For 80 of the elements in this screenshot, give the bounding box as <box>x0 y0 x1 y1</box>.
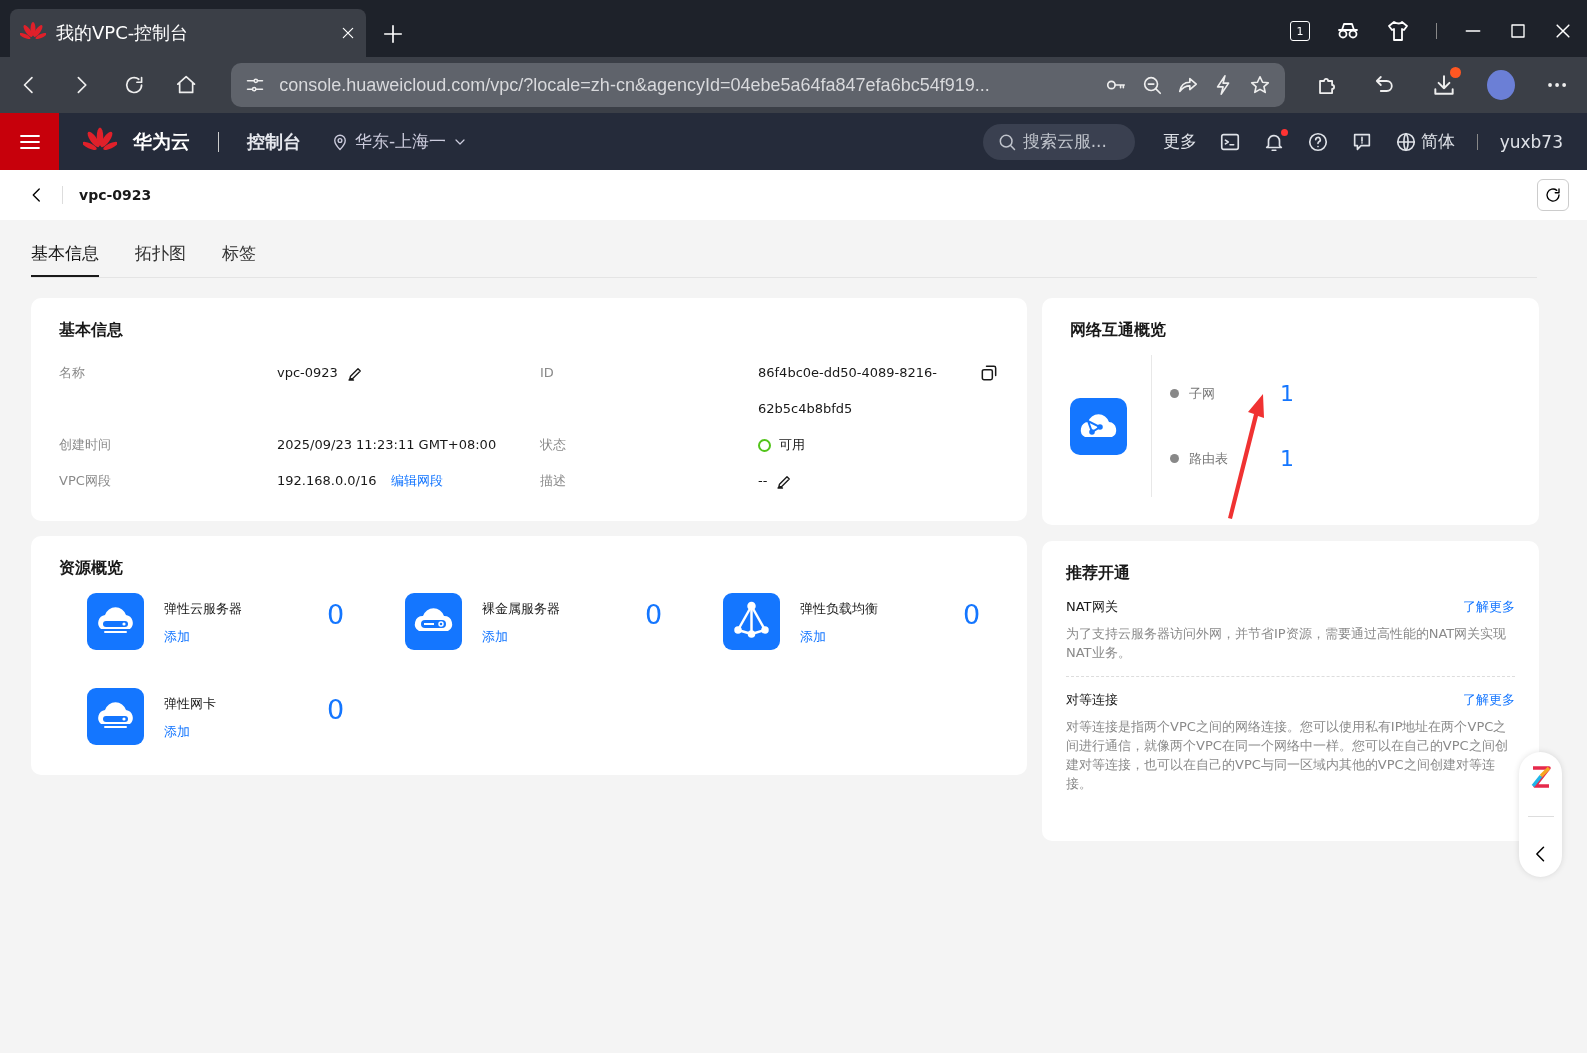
maximize-icon[interactable] <box>1509 22 1527 40</box>
field-label: 名称 <box>59 364 86 382</box>
bullet-dot <box>1170 454 1179 463</box>
help-icon[interactable] <box>1306 130 1329 153</box>
tab-title: 我的VPC-控制台 <box>56 21 190 45</box>
tab[interactable]: 拓扑图 <box>135 240 186 277</box>
field-label: 创建时间 <box>59 436 112 454</box>
status-text: 可用 <box>779 436 805 454</box>
cloud-network-icon <box>1070 397 1127 455</box>
card-title: 基本信息 <box>59 320 124 341</box>
download-dot <box>1449 67 1461 78</box>
shirt-icon[interactable] <box>1386 19 1410 43</box>
field-value: -- <box>758 472 768 490</box>
language-selector[interactable]: 简体 <box>1394 130 1455 153</box>
field-label: 状态 <box>540 436 567 454</box>
search-field[interactable]: 搜索云服... <box>982 123 1135 160</box>
browser-tab[interactable]: 我的VPC-控制台 <box>10 9 366 57</box>
star-icon[interactable] <box>1249 74 1272 96</box>
pin-icon[interactable] <box>331 132 349 151</box>
field-value: 86f4bc0e-dd50-4089-8216-62b5c4b8bfd5 <box>758 364 939 418</box>
assistant-logo-icon[interactable] <box>1529 765 1552 790</box>
resource-count[interactable]: 0 <box>327 694 345 725</box>
service-name: 对等连接 <box>1066 691 1118 709</box>
field-value: 2025/09/23 11:23:11 GMT+08:00 <box>277 436 497 454</box>
resource-name: 弹性云服务器 <box>164 600 243 618</box>
resource-count[interactable]: 0 <box>327 599 345 630</box>
resource-name: 弹性网卡 <box>164 695 217 713</box>
menu-button[interactable] <box>0 113 59 170</box>
network-count[interactable]: 1 <box>1280 381 1294 406</box>
tab[interactable]: 标签 <box>222 240 256 277</box>
resource-name: 裸金属服务器 <box>482 600 561 618</box>
more-link[interactable]: 更多 <box>1162 130 1197 153</box>
globe-icon[interactable] <box>1394 130 1417 153</box>
profile-avatar[interactable] <box>1486 70 1515 100</box>
brand-name[interactable]: 华为云 <box>133 128 190 155</box>
card-title: 资源概览 <box>59 558 124 579</box>
refresh-icon[interactable] <box>1544 186 1562 204</box>
console-link[interactable]: 控制台 <box>247 129 301 154</box>
refresh-button[interactable] <box>1537 179 1569 211</box>
add-link[interactable]: 添加 <box>482 628 645 646</box>
field-value: vpc-0923 <box>277 364 338 382</box>
zoom-out-icon[interactable] <box>1141 74 1164 96</box>
new-tab-icon[interactable] <box>382 23 404 45</box>
field-label: 描述 <box>540 472 567 490</box>
address-bar[interactable]: console.huaweicloud.com/vpc/?locale=zh-cn&agencyId=04ebe5a64fa847efa6bc54f919... <box>231 63 1286 107</box>
field-label: VPC网段 <box>59 472 112 490</box>
network-label: 路由表 <box>1189 449 1229 468</box>
copy-icon[interactable] <box>979 363 999 383</box>
field-value: 192.168.0.0/16 <box>277 472 377 490</box>
page-title: vpc-0923 <box>79 187 152 203</box>
service-description: 为了支持云服务器访问外网，并节省IP资源，需要通过高性能的NAT网关实现NAT业务。 <box>1066 625 1508 662</box>
url-text: console.huaweicloud.com/vpc/?locale=zh-cn&agencyId=04ebe5a64fa847efa6bc54f919... <box>279 74 991 96</box>
cloud-server-icon <box>405 593 462 650</box>
counter-badge[interactable]: 1 <box>1290 21 1310 41</box>
cloud-server-icon <box>87 593 144 650</box>
learn-more-link[interactable]: 了解更多 <box>1463 598 1515 616</box>
card-title: 推荐开通 <box>1066 563 1131 584</box>
field-label: ID <box>540 364 555 382</box>
load-balancer-icon <box>723 593 780 650</box>
learn-more-link[interactable]: 了解更多 <box>1463 691 1515 709</box>
resource-count[interactable]: 0 <box>963 599 981 630</box>
edit-cidr-link[interactable]: 编辑网段 <box>390 463 443 499</box>
region-selector[interactable]: 华东-上海一 <box>331 130 469 153</box>
cloud-server-icon <box>87 688 144 745</box>
close-icon[interactable] <box>340 25 356 41</box>
resource-name: 弹性负载均衡 <box>800 600 879 618</box>
site-settings-icon[interactable] <box>245 75 266 95</box>
add-link[interactable]: 添加 <box>800 628 963 646</box>
service-description: 对等连接是指两个VPC之间的网络连接。您可以使用私有IP地址在两个VPC之间进行通信，就像两个VPC在同一个网络中一样。您可以在自己的VPC之间创建对等连接，也可以在自己的VPC与同一区域内其他的VPC之间创建对等连接。 <box>1066 718 1509 793</box>
add-link[interactable]: 添加 <box>164 723 327 741</box>
card-title: 网络互通概览 <box>1070 320 1167 341</box>
service-name: NAT网关 <box>1066 598 1118 616</box>
bullet-dot <box>1170 389 1179 398</box>
network-label: 子网 <box>1189 384 1216 403</box>
resource-count[interactable]: 0 <box>645 599 663 630</box>
tab[interactable]: 基本信息 <box>31 240 99 277</box>
edit-icon[interactable] <box>345 365 364 383</box>
network-count[interactable]: 1 <box>1280 446 1294 471</box>
add-link[interactable]: 添加 <box>164 628 327 646</box>
user-name[interactable]: yuxb73 <box>1499 131 1563 152</box>
